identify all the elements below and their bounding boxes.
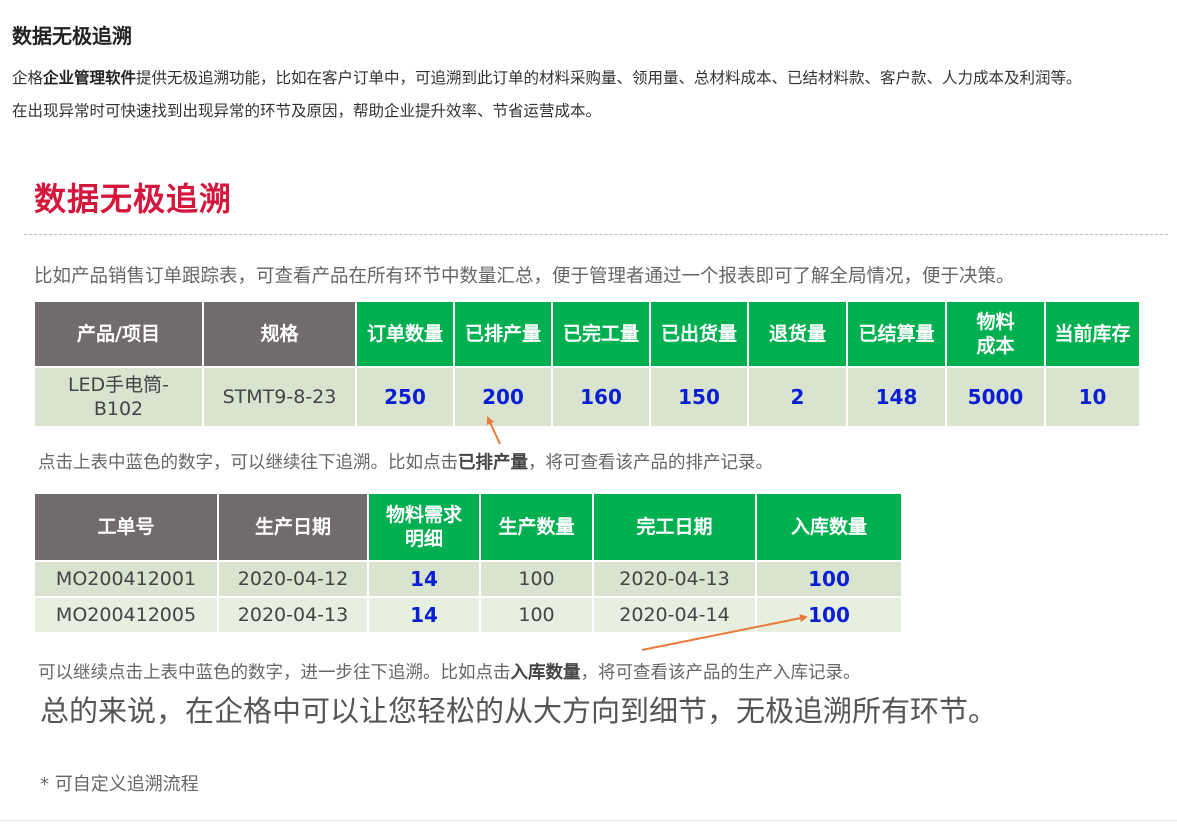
intro-bold-link: 企业管理软件 [43,69,137,87]
summary-text: 总的来说，在企格中可以让您轻松的从大方向到细节，无极追溯所有环节。 [40,694,998,728]
note-2-bold: 入库数量 [510,663,581,683]
note-1-bold: 已排产量 [458,453,528,473]
col-header-shipped-qty: 已出货量 [649,300,749,368]
col-header-work-order: 工单号 [33,492,219,562]
cell-production-qty: 100 [479,560,594,598]
footnote: * 可自定义追溯流程 [40,774,199,795]
col-header-settled-qty: 已结算量 [846,300,947,368]
note-2: 可以继续点击上表中蓝色的数字，进一步往下追溯。比如点击入库数量，将可查看该产品的… [38,663,861,683]
table-header-row: 工单号 生产日期 物料需求 明细 生产数量 完工日期 入库数量 [33,492,903,562]
cell-work-order: MO200412005 [33,596,219,634]
banner-title: 数据无极追溯 [34,180,233,218]
cell-scheduled-qty[interactable]: 200 [453,366,553,428]
cell-shipped-qty[interactable]: 150 [649,366,749,428]
order-tracking-table: 产品/项目 规格 订单数量 已排产量 已完工量 已出货量 退货量 已结算量 物料… [33,300,1141,428]
table-row: LED手电筒-B102 STMT9-8-23 250 200 160 150 2… [33,366,1141,428]
dashed-divider [24,234,1168,235]
cell-completed-qty[interactable]: 160 [551,366,651,428]
cell-material-detail[interactable]: 14 [367,596,481,634]
col-header-scheduled-qty: 已排产量 [453,300,553,368]
section-heading: 数据无极追溯 [12,24,132,48]
cell-spec: STMT9-8-23 [202,366,357,428]
table-row: MO200412005 2020-04-13 14 100 2020-04-14… [33,596,903,634]
cell-material-detail[interactable]: 14 [367,560,481,598]
col-header-product: 产品/项目 [33,300,204,368]
col-header-stock: 当前库存 [1044,300,1141,368]
cell-production-date: 2020-04-12 [217,560,369,598]
note-1: 点击上表中蓝色的数字，可以继续往下追溯。比如点击已排产量，将可查看该产品的排产记… [38,453,773,473]
cell-product: LED手电筒-B102 [33,366,204,428]
intro-text: 企格企业管理软件提供无极追溯功能，比如在客户订单中，可追溯到此订单的材料采购量、… [12,62,1172,128]
cell-material-cost[interactable]: 5000 [945,366,1046,428]
work-order-table: 工单号 生产日期 物料需求 明细 生产数量 完工日期 入库数量 MO200412… [33,492,903,634]
table-row: MO200412001 2020-04-12 14 100 2020-04-13… [33,560,903,598]
cell-order-qty[interactable]: 250 [355,366,455,428]
col-header-returned-qty: 退货量 [747,300,848,368]
col-header-order-qty: 订单数量 [355,300,455,368]
col-header-production-qty: 生产数量 [479,492,594,562]
col-header-material-cost: 物料 成本 [945,300,1046,368]
col-header-production-date: 生产日期 [217,492,369,562]
cell-stock-in-qty[interactable]: 100 [755,560,903,598]
cell-production-date: 2020-04-13 [217,596,369,634]
col-header-spec: 规格 [202,300,357,368]
cell-completion-date: 2020-04-14 [592,596,757,634]
cell-returned-qty[interactable]: 2 [747,366,848,428]
intro-paragraph-1: 企格企业管理软件提供无极追溯功能，比如在客户订单中，可追溯到此订单的材料采购量、… [12,69,1082,87]
col-header-material-detail: 物料需求 明细 [367,492,481,562]
cell-stock-in-qty[interactable]: 100 [755,596,903,634]
bottom-divider [0,820,1177,821]
cell-stock[interactable]: 10 [1044,366,1141,428]
intro-paragraph-2: 在出现异常时可快速找到出现异常的环节及原因，帮助企业提升效率、节省运营成本。 [12,102,602,120]
cell-settled-qty[interactable]: 148 [846,366,947,428]
cell-production-qty: 100 [479,596,594,634]
cell-work-order: MO200412001 [33,560,219,598]
col-header-completed-qty: 已完工量 [551,300,651,368]
banner-description: 比如产品销售订单跟踪表，可查看产品在所有环节中数量汇总，便于管理者通过一个报表即… [34,266,1015,287]
col-header-stock-in-qty: 入库数量 [755,492,903,562]
table-header-row: 产品/项目 规格 订单数量 已排产量 已完工量 已出货量 退货量 已结算量 物料… [33,300,1141,368]
cell-completion-date: 2020-04-13 [592,560,757,598]
col-header-completion-date: 完工日期 [592,492,757,562]
